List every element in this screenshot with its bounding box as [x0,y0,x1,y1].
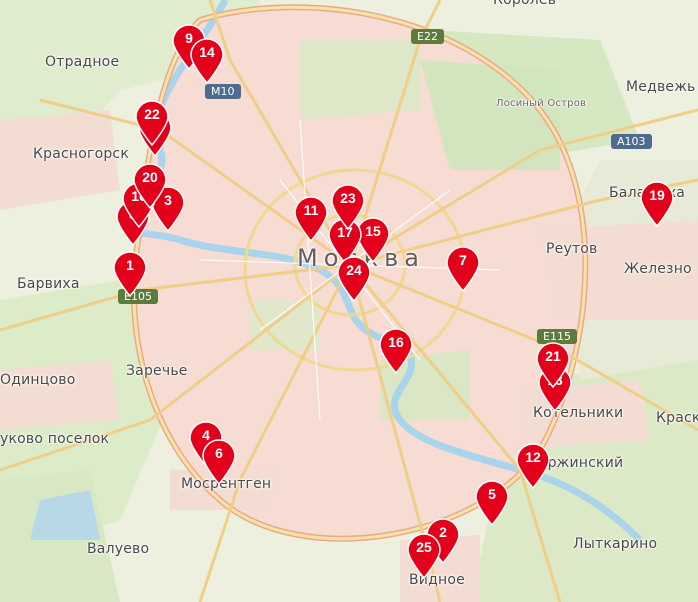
place-label-kukovo: уково поселок [0,431,110,447]
marker-label: 22 [144,106,160,122]
place-label-valuevo: Валуево [87,541,150,557]
marker-label: 5 [488,486,496,502]
map-canvas[interactable]: Отрадное Красногорск Барвиха Одинцово За… [0,0,698,602]
map-marker-21[interactable]: 21 [535,342,571,388]
map-marker-24[interactable]: 24 [336,256,372,302]
place-label-otradnoe: Отрадное [45,54,120,70]
map-marker-22[interactable]: 22 [134,100,170,146]
map-marker-19[interactable]: 19 [639,181,675,227]
marker-label: 16 [388,334,404,350]
map-marker-1[interactable]: 1 [112,251,148,297]
map-marker-16[interactable]: 16 [378,328,414,374]
marker-label: 23 [340,190,356,206]
marker-label: 20 [142,169,158,185]
map-marker-25[interactable]: 25 [406,533,442,579]
map-marker-7[interactable]: 7 [445,246,481,292]
place-label-barvikha: Барвиха [17,276,80,292]
place-label-krask: Краск [656,410,698,426]
map-marker-14[interactable]: 14 [189,38,225,84]
place-label-korolev: Королев [493,0,557,8]
place-label-medvezhi: Медвежь [626,79,696,95]
marker-label: 1 [126,257,134,273]
map-marker-23[interactable]: 23 [330,184,366,230]
map-marker-5[interactable]: 5 [474,480,510,526]
marker-label: 14 [199,44,215,60]
marker-label: 11 [303,202,319,218]
marker-label: 6 [215,445,223,461]
map-marker-11[interactable]: 11 [293,196,329,242]
place-label-losiny-ostrov: Лосиный Остров [496,98,587,109]
marker-label: 21 [545,348,561,364]
place-label-zarechye: Заречье [126,363,188,379]
marker-label: 7 [459,252,467,268]
marker-label: 19 [649,187,665,203]
map-marker-6[interactable]: 6 [201,439,237,485]
place-label-odintsovo: Одинцово [0,372,76,388]
map-marker-12[interactable]: 12 [515,443,551,489]
place-label-reutov: Реутов [546,241,598,257]
map-marker-20[interactable]: 20 [132,163,168,209]
road-shield-e22: E22 [411,29,444,44]
place-label-krasnogorsk: Красногорск [33,146,129,162]
marker-label: 25 [416,539,432,555]
road-shield-a103: A103 [611,134,652,149]
marker-label: 12 [525,449,541,465]
marker-label: 24 [346,262,362,278]
place-label-zheleznodorozhny: Железно [624,261,692,277]
place-label-lytkarino: Лыткарино [573,536,658,552]
road-shield-m10: M10 [205,84,241,99]
